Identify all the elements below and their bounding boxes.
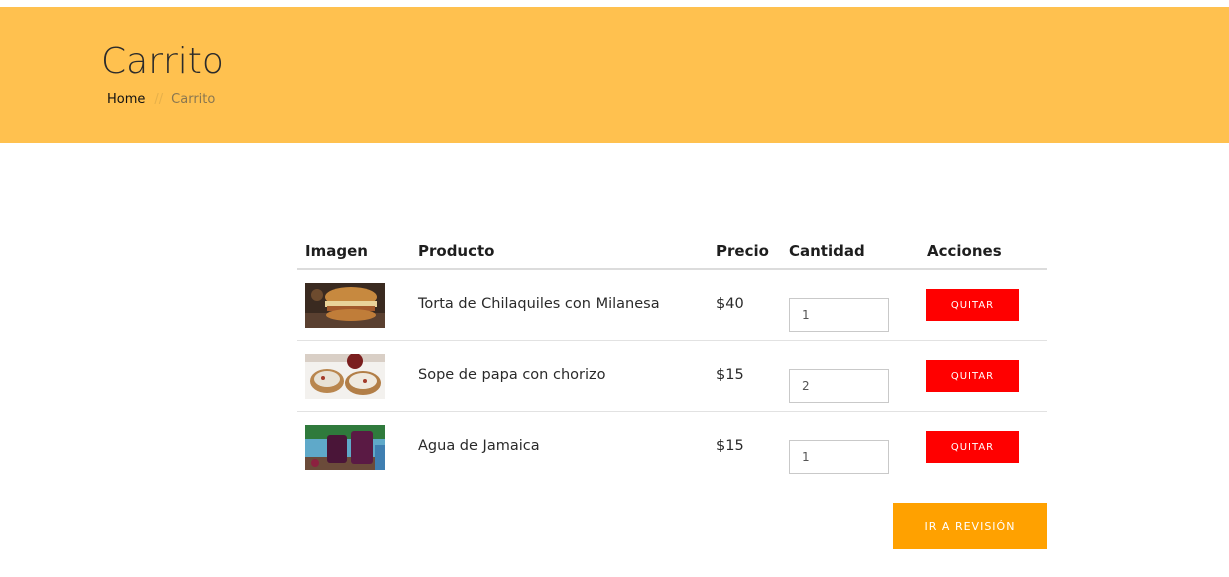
product-thumbnail xyxy=(305,354,385,399)
page-header: Carrito Home // Carrito xyxy=(0,7,1229,143)
table-header: Imagen Producto Precio Cantidad Acciones xyxy=(297,232,1047,270)
product-name: Sope de papa con chorizo xyxy=(418,367,606,383)
quantity-input[interactable] xyxy=(789,298,889,332)
product-name: Agua de Jamaica xyxy=(418,438,540,454)
column-header-image: Imagen xyxy=(305,242,368,260)
breadcrumb: Home // Carrito xyxy=(107,92,215,107)
breadcrumb-current: Carrito xyxy=(171,92,216,107)
remove-button[interactable]: QUITAR xyxy=(926,360,1019,392)
table-row: Agua de Jamaica $15 QUITAR xyxy=(297,412,1047,483)
checkout-button[interactable]: IR A REVISIÓN xyxy=(893,503,1047,549)
column-header-product: Producto xyxy=(418,242,495,260)
remove-button[interactable]: QUITAR xyxy=(926,431,1019,463)
product-price: $40 xyxy=(716,296,744,312)
product-thumbnail xyxy=(305,283,385,328)
product-name: Torta de Chilaquiles con Milanesa xyxy=(418,296,660,312)
quantity-input[interactable] xyxy=(789,369,889,403)
column-header-actions: Acciones xyxy=(927,242,1002,260)
page-title: Carrito xyxy=(101,41,224,82)
column-header-quantity: Cantidad xyxy=(789,242,865,260)
product-price: $15 xyxy=(716,438,744,454)
column-header-price: Precio xyxy=(716,242,769,260)
table-row: Torta de Chilaquiles con Milanesa $40 QU… xyxy=(297,270,1047,341)
product-price: $15 xyxy=(716,367,744,383)
remove-button[interactable]: QUITAR xyxy=(926,289,1019,321)
cart-table: Imagen Producto Precio Cantidad Acciones… xyxy=(297,232,1047,483)
breadcrumb-home-link[interactable]: Home xyxy=(107,92,145,107)
product-thumbnail xyxy=(305,425,385,470)
quantity-input[interactable] xyxy=(789,440,889,474)
table-row: Sope de papa con chorizo $15 QUITAR xyxy=(297,341,1047,412)
breadcrumb-separator: // xyxy=(154,92,164,107)
